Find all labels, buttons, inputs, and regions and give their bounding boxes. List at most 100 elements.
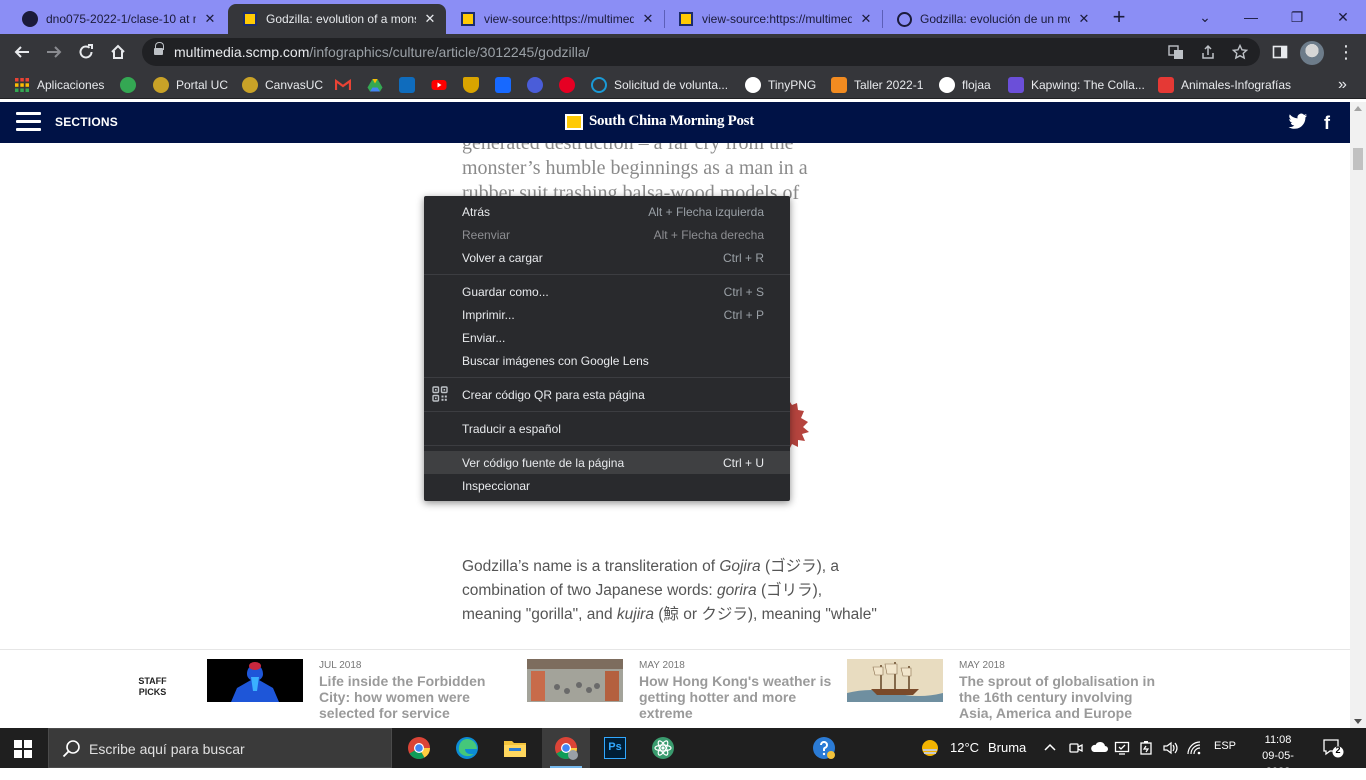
home-button[interactable]: [104, 38, 132, 66]
tab-view-source-2[interactable]: view-source:https://multimed ✕: [664, 4, 882, 34]
bookmark-c[interactable]: [527, 75, 543, 95]
bookmark-aplicaciones[interactable]: Aplicaciones: [14, 75, 104, 95]
tab-github[interactable]: dno075-2022-1/clase-10 at m ✕: [8, 4, 226, 34]
notification-center-icon[interactable]: 2: [1322, 738, 1344, 758]
meet-now-icon[interactable]: [1068, 740, 1084, 756]
staff-pick-item[interactable]: MAY 2018 The sprout of globalisation in …: [847, 659, 1167, 723]
translate-icon[interactable]: [1168, 44, 1184, 60]
bookmark-behance[interactable]: [495, 75, 511, 95]
back-button[interactable]: [8, 38, 36, 66]
bookmark-drive[interactable]: [367, 75, 383, 95]
menu-item-label: Imprimir...: [462, 307, 515, 322]
wifi-icon[interactable]: [1186, 740, 1202, 756]
bookmark-animales[interactable]: Animales-Infografías: [1158, 75, 1291, 95]
scroll-down-arrow-icon[interactable]: [1354, 719, 1362, 724]
taskbar-photoshop[interactable]: Ps: [591, 728, 639, 768]
bookmarks-overflow-button[interactable]: »: [1338, 75, 1347, 95]
share-icon[interactable]: [1200, 44, 1216, 60]
taskbar-search-box[interactable]: Escribe aquí para buscar: [48, 728, 392, 768]
close-icon[interactable]: ✕: [858, 11, 874, 27]
sections-link[interactable]: SECTIONS: [55, 115, 118, 129]
scmp-icon: [678, 11, 694, 27]
menu-item-traducir[interactable]: Traducir a español: [424, 417, 790, 440]
weather-temp[interactable]: 12°C: [950, 740, 979, 755]
taskbar-help[interactable]: [800, 728, 848, 768]
menu-item-inspeccionar[interactable]: Inspeccionar: [424, 474, 790, 497]
taskbar-chrome[interactable]: [395, 728, 443, 768]
chevron-up-icon[interactable]: [1042, 740, 1058, 756]
bookmark-gmail[interactable]: [335, 75, 351, 95]
menu-kebab-icon[interactable]: ⋮: [1336, 42, 1356, 62]
weather-sun-icon[interactable]: [920, 738, 940, 758]
hamburger-menu-icon[interactable]: [16, 112, 41, 132]
forward-button[interactable]: [40, 38, 68, 66]
tab-view-source-1[interactable]: view-source:https://multimed ✕: [446, 4, 664, 34]
windows-start-icon[interactable]: [14, 740, 32, 758]
restore-button[interactable]: ❐: [1274, 0, 1320, 34]
menu-item-reenviar: Reenviar Alt + Flecha derecha: [424, 223, 790, 246]
new-tab-button[interactable]: +: [1108, 6, 1130, 29]
scroll-up-arrow-icon[interactable]: [1354, 106, 1362, 111]
battery-icon[interactable]: [1138, 740, 1154, 756]
bookmark-canvasuc[interactable]: CanvasUC: [242, 75, 323, 95]
taskbar-chrome-profile[interactable]: [542, 728, 590, 768]
tab-strip: dno075-2022-1/clase-10 at m ✕ Godzilla: …: [0, 0, 1366, 34]
staff-pick-headline[interactable]: Life inside the Forbidden City: how wome…: [319, 673, 519, 721]
staff-pick-item[interactable]: JUL 2018 Life inside the Forbidden City:…: [207, 659, 527, 723]
taskbar-edge[interactable]: [443, 728, 491, 768]
bookmark-solicitud[interactable]: Solicitud de volunta...: [591, 75, 728, 95]
close-icon[interactable]: ✕: [1076, 11, 1092, 27]
tab-godzilla-active[interactable]: Godzilla: evolution of a mons ✕: [228, 4, 446, 34]
bookmark-tinypng[interactable]: TinyPNG: [745, 75, 816, 95]
bookmark-99[interactable]: [120, 75, 136, 95]
staff-pick-headline[interactable]: The sprout of globalisation in the 16th …: [959, 673, 1159, 721]
bookmark-outlook[interactable]: [399, 75, 415, 95]
bookmark-portal-uc[interactable]: Portal UC: [153, 75, 228, 95]
facebook-icon[interactable]: f: [1324, 113, 1330, 133]
bookmark-star-icon[interactable]: [1231, 43, 1249, 60]
bookmark-kapwing[interactable]: Kapwing: The Colla...: [1008, 75, 1145, 95]
menu-item-imprimir[interactable]: Imprimir... Ctrl + P: [424, 303, 790, 326]
menu-item-guardar-como[interactable]: Guardar como... Ctrl + S: [424, 280, 790, 303]
twitter-icon[interactable]: [1288, 113, 1308, 135]
close-icon[interactable]: ✕: [202, 11, 218, 27]
tab-search-dropdown[interactable]: ⌄: [1182, 0, 1228, 34]
bookmark-pinterest[interactable]: [559, 75, 575, 95]
bookmark-flojaa[interactable]: flojaa: [939, 75, 991, 95]
language-indicator[interactable]: ESP: [1214, 740, 1236, 752]
tab-godzilla-es[interactable]: Godzilla: evolución de un mo ✕: [882, 4, 1100, 34]
close-icon[interactable]: ✕: [640, 11, 656, 27]
network-display-icon[interactable]: [1114, 740, 1130, 756]
menu-item-google-lens[interactable]: Buscar imágenes con Google Lens: [424, 349, 790, 372]
profile-avatar[interactable]: [1300, 41, 1324, 65]
menu-item-atras[interactable]: Atrás Alt + Flecha izquierda: [424, 200, 790, 223]
bookmark-crest[interactable]: [463, 75, 479, 95]
onedrive-cloud-icon[interactable]: [1090, 740, 1108, 756]
menu-item-crear-qr[interactable]: Crear código QR para esta página: [424, 383, 790, 406]
menu-item-volver-a-cargar[interactable]: Volver a cargar Ctrl + R: [424, 246, 790, 269]
url-text[interactable]: multimedia.scmp.com/infographics/culture…: [174, 44, 590, 60]
taskbar-atom[interactable]: [639, 728, 687, 768]
close-window-button[interactable]: ✕: [1320, 0, 1366, 34]
staff-pick-headline[interactable]: How Hong Kong's weather is getting hotte…: [639, 673, 839, 721]
reload-button[interactable]: [72, 38, 100, 66]
menu-item-ver-codigo-fuente[interactable]: Ver código fuente de la página Ctrl + U: [424, 451, 790, 474]
scroll-thumb[interactable]: [1353, 148, 1363, 170]
scmp-logo[interactable]: South China Morning Post: [565, 113, 754, 130]
edge-icon: [456, 737, 478, 759]
page-scrollbar[interactable]: [1350, 102, 1366, 728]
text-span: (ゴジラ), a: [760, 558, 840, 575]
staff-pick-item[interactable]: MAY 2018 How Hong Kong's weather is gett…: [527, 659, 847, 723]
taskbar-file-explorer[interactable]: [491, 728, 539, 768]
address-bar[interactable]: multimedia.scmp.com/infographics/culture…: [142, 38, 1260, 66]
system-clock[interactable]: 11:08 09-05-2022: [1256, 732, 1300, 780]
bookmark-taller[interactable]: Taller 2022-1: [831, 75, 923, 95]
bookmark-youtube[interactable]: [431, 75, 447, 95]
weather-condition[interactable]: Bruma: [988, 740, 1026, 755]
minimize-button[interactable]: —: [1228, 0, 1274, 34]
side-panel-button[interactable]: [1266, 38, 1294, 66]
volume-icon[interactable]: [1162, 740, 1178, 756]
close-icon[interactable]: ✕: [422, 11, 438, 27]
menu-item-enviar[interactable]: Enviar...: [424, 326, 790, 349]
scmp-logo-mark: [565, 113, 583, 130]
